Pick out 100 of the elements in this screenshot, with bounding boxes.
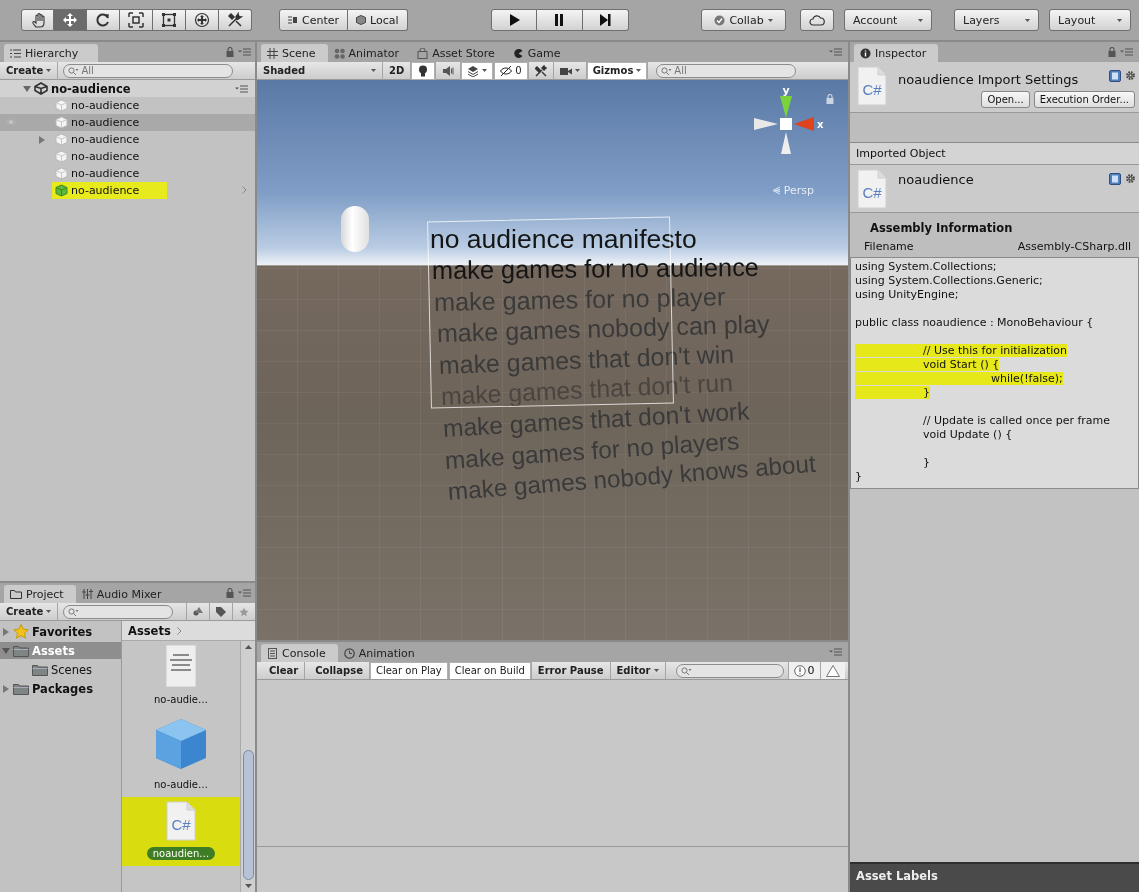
play-button[interactable]: [490, 9, 537, 31]
lock-icon[interactable]: [1108, 47, 1116, 57]
hierarchy-item[interactable]: no-audience: [0, 131, 255, 148]
caret-icon: [918, 18, 923, 22]
inspector-button[interactable]: Execution Order...: [1033, 91, 1135, 108]
transform-tool-button[interactable]: [186, 9, 219, 31]
scene-view[interactable]: [257, 80, 848, 640]
warning-icon: [825, 664, 840, 677]
scene-tab[interactable]: Scene: [261, 44, 328, 62]
store-tab[interactable]: Asset Store: [411, 44, 507, 62]
audio-mixer-tab[interactable]: Audio Mixer: [75, 585, 174, 603]
folder-tree-item[interactable]: Favorites: [0, 623, 121, 640]
folder-tree-item[interactable]: Scenes: [0, 661, 121, 678]
folder-tree-item[interactable]: Packages: [0, 680, 121, 697]
account-dropdown[interactable]: Account: [844, 9, 932, 31]
scene-text: no audience manifesto: [430, 224, 697, 255]
hierarchy-item[interactable]: no-audience: [0, 148, 255, 165]
console-tab[interactable]: Console: [261, 644, 338, 662]
pivot-button[interactable]: Center: [279, 9, 349, 31]
expanded-arrow-icon[interactable]: [23, 84, 31, 93]
console-toggle[interactable]: Clear on Build: [448, 662, 532, 679]
lock-icon[interactable]: [226, 47, 234, 57]
pause-button[interactable]: [536, 9, 583, 31]
tools-tool-button[interactable]: [219, 9, 252, 31]
scrollbar[interactable]: [240, 641, 255, 892]
mixer-icon: [81, 589, 93, 599]
search-field[interactable]: [675, 663, 784, 678]
scene-document-icon: [165, 645, 197, 687]
rotate-tool-button[interactable]: [87, 9, 120, 31]
list-icon: [10, 48, 21, 58]
scene-row[interactable]: no-audience: [0, 80, 255, 97]
caret-icon: [46, 69, 52, 72]
axis-gizmo-drawing[interactable]: y x: [750, 84, 828, 164]
gear-icon[interactable]: [1125, 173, 1136, 184]
project-tab[interactable]: Project: [4, 585, 76, 603]
collab-dropdown[interactable]: Collab: [701, 9, 786, 31]
rect-tool-button[interactable]: [153, 9, 186, 31]
target-dropdown[interactable]: Editor: [610, 662, 666, 679]
help-icon[interactable]: [1109, 70, 1121, 82]
lock-icon[interactable]: [226, 588, 234, 598]
shopping-bag-icon: [417, 47, 429, 59]
collapsed-arrow-icon[interactable]: [2, 627, 10, 636]
gear-icon[interactable]: [1125, 70, 1136, 81]
layout-dropdown[interactable]: Layout: [1049, 9, 1131, 31]
script-file-icon: C#: [165, 801, 197, 841]
cube-icon: [55, 167, 68, 180]
asset-label: no-audie…: [153, 778, 209, 791]
help-icon[interactable]: [1109, 173, 1121, 185]
scroll-down-arrow-icon[interactable]: [244, 884, 252, 888]
info-count[interactable]: 0: [787, 662, 820, 679]
item-label: no-audience: [71, 150, 140, 163]
field-value: Assembly-CSharp.dll: [1017, 240, 1131, 253]
code-line: // Update is called once per frame: [922, 413, 1112, 428]
cloud-button[interactable]: [800, 9, 834, 31]
caret-icon: [653, 669, 659, 672]
scroll-up-arrow-icon[interactable]: [244, 645, 252, 649]
hierarchy-item[interactable]: no-audience: [0, 97, 255, 114]
space-button[interactable]: Local: [348, 9, 408, 31]
asset-item[interactable]: no-audie…: [122, 712, 240, 797]
animator-tab[interactable]: Animator: [327, 44, 412, 62]
collapsed-arrow-icon[interactable]: [2, 684, 10, 693]
scale-tool-button[interactable]: [120, 9, 153, 31]
shading-dropdown[interactable]: Shaded: [257, 61, 383, 80]
collapsed-arrow-icon[interactable]: [38, 135, 46, 144]
console-toggle[interactable]: Collapse: [309, 662, 370, 679]
filter-type-button[interactable]: [186, 602, 210, 621]
code-line: void Update () {: [922, 428, 1014, 442]
search-field[interactable]: All: [63, 63, 234, 78]
hierarchy-item[interactable]: no-audience: [0, 182, 255, 199]
hand-tool-button[interactable]: [21, 9, 54, 31]
code-line: }: [922, 455, 931, 470]
folder-icon: [13, 682, 29, 695]
search-field[interactable]: All: [656, 63, 797, 78]
hierarchy-item[interactable]: no-audience: [0, 165, 255, 182]
code-line: // Use this for initialization: [855, 330, 1134, 358]
asset-item[interactable]: no-audie…: [122, 641, 240, 712]
move-arrows-tool-button[interactable]: [54, 9, 87, 31]
step-button[interactable]: [582, 9, 629, 31]
script-file-icon: C#: [856, 169, 888, 209]
hierarchy-tab[interactable]: Hierarchy: [4, 44, 99, 62]
search-field[interactable]: [63, 604, 174, 619]
inspector-button[interactable]: Open...: [981, 91, 1030, 108]
game-tab[interactable]: Game: [506, 44, 573, 62]
caret-icon: [636, 69, 642, 72]
code-line: using System.Collections;: [855, 260, 998, 274]
info-icon: [860, 47, 871, 59]
lock-icon[interactable]: [826, 94, 834, 104]
inspector-tab[interactable]: Inspector: [854, 44, 939, 62]
asset-item[interactable]: C# noaudien…: [122, 797, 240, 866]
cube-icon: [55, 116, 68, 129]
hierarchy-item[interactable]: no-audience: [0, 114, 255, 131]
warning-count[interactable]: [819, 662, 845, 679]
section-header: Imported Object: [850, 143, 1139, 165]
create-dropdown[interactable]: Create: [0, 61, 59, 80]
console-toggle[interactable]: Clear on Play: [369, 662, 449, 679]
animation-tab[interactable]: Animation: [337, 644, 427, 662]
layers-dropdown[interactable]: Layers: [954, 9, 1039, 31]
perspective-icon: [771, 186, 781, 195]
console-toggle[interactable]: Error Pause: [531, 662, 611, 679]
console-toggle[interactable]: Clear: [263, 662, 306, 679]
